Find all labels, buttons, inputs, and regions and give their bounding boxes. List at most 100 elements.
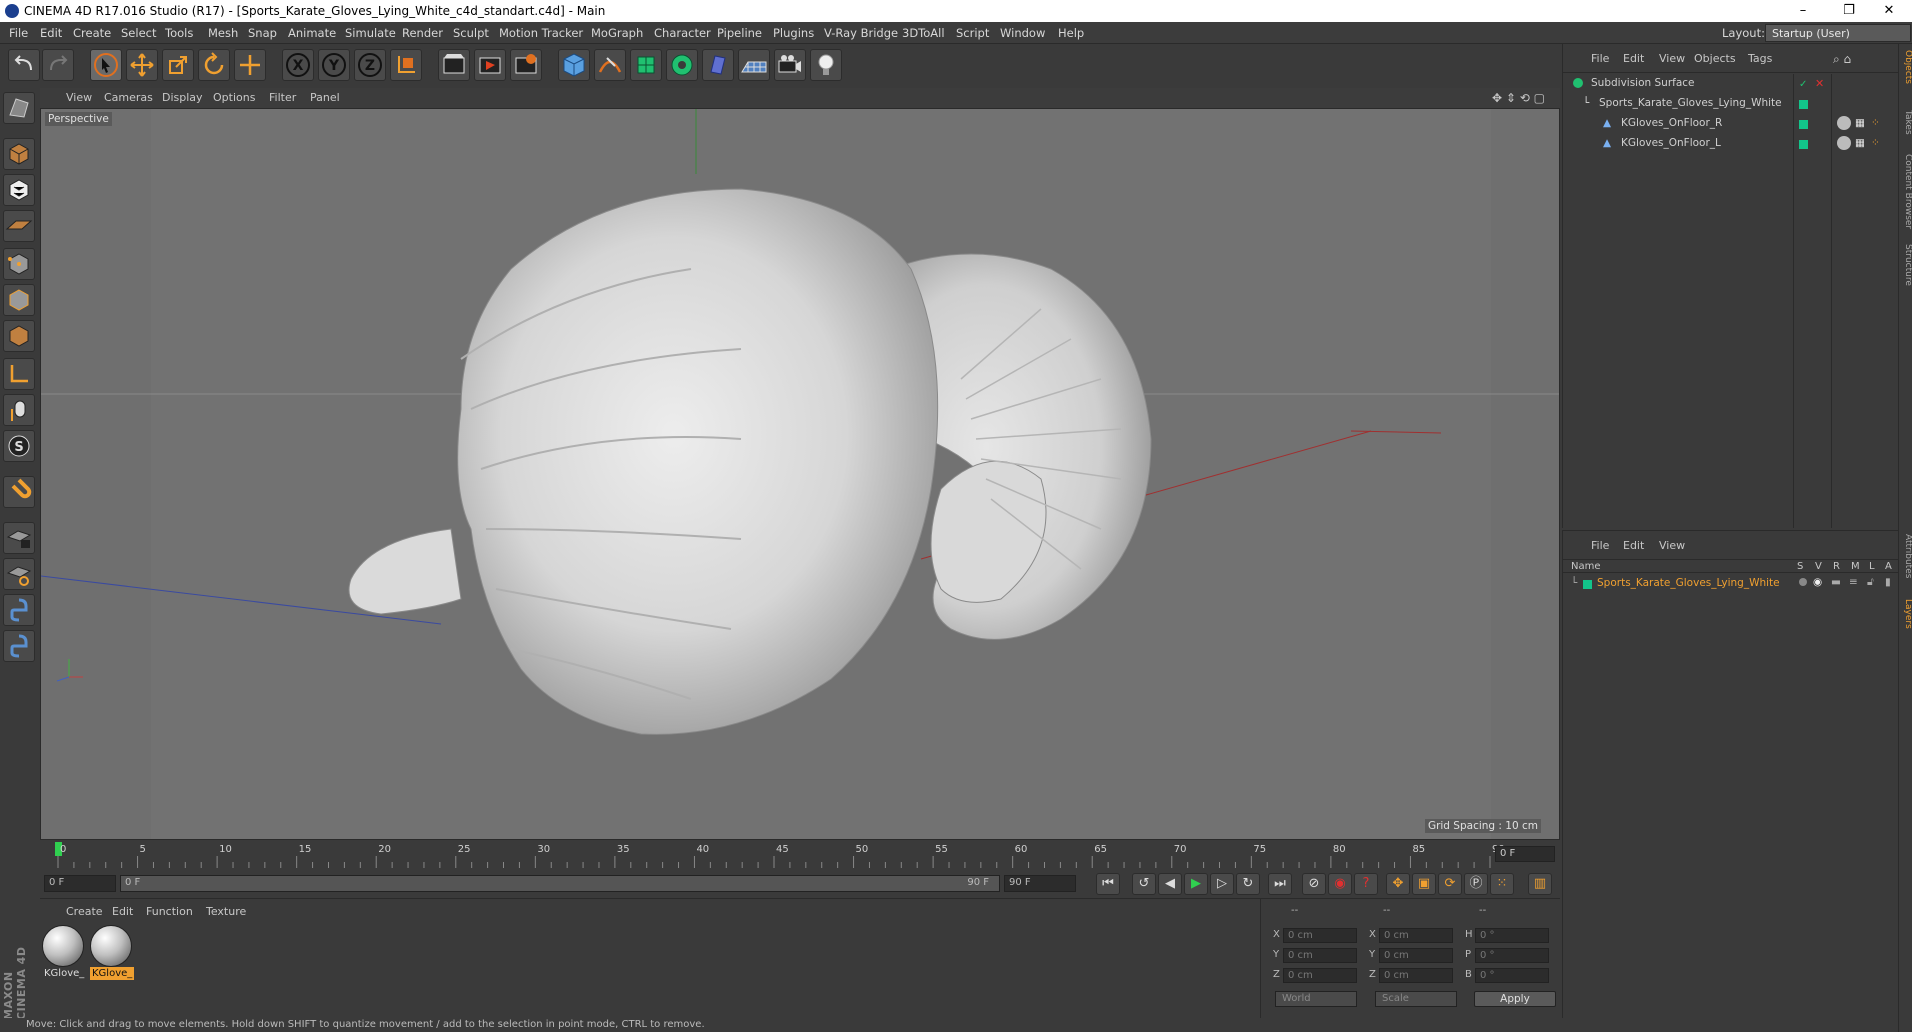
render-view-icon[interactable] [438, 49, 470, 81]
play-icon[interactable]: ▶ [1184, 873, 1208, 895]
current-frame-field[interactable]: 0 F [1495, 846, 1555, 862]
material-menu-create[interactable]: Create [66, 905, 103, 918]
menu-character[interactable]: Character [654, 26, 711, 40]
material-menu-texture[interactable]: Texture [206, 905, 246, 918]
layer-menu-edit[interactable]: Edit [1623, 539, 1644, 552]
texture-tag-icon[interactable]: ▦ [1855, 137, 1865, 149]
phong-tag-icon[interactable]: ⁘ [1871, 137, 1880, 149]
viewport-menu-options[interactable]: Options [213, 91, 255, 104]
object-row-null[interactable]: └ Sports_Karate_Gloves_Lying_White [1563, 96, 1898, 112]
planar-workplane-icon[interactable] [3, 558, 35, 590]
minimize-button[interactable]: – [1780, 0, 1826, 22]
z-axis-lock-icon[interactable]: Z [354, 49, 386, 81]
phong-tag-icon[interactable]: ⁘ [1871, 117, 1880, 129]
rotate-tool-icon[interactable] [198, 49, 230, 81]
menu-vray-bridge[interactable]: V-Ray Bridge [824, 26, 898, 40]
close-button[interactable]: ✕ [1866, 0, 1912, 22]
tweak-mode-icon[interactable] [3, 394, 35, 426]
menu-3dtoall[interactable]: 3DToAll [902, 26, 945, 40]
layer-color-swatch[interactable] [1799, 120, 1808, 129]
menu-mograph[interactable]: MoGraph [591, 26, 643, 40]
size-x-field[interactable]: 0 cm [1379, 928, 1453, 943]
texture-mode-icon[interactable] [3, 174, 35, 206]
array-generator-icon[interactable] [666, 49, 698, 81]
rotation-b-field[interactable]: 0 ° [1475, 968, 1549, 983]
end-frame-field[interactable]: 90 F [1004, 875, 1076, 892]
material-swatch[interactable]: KGlove_ [42, 925, 86, 983]
menu-plugins[interactable]: Plugins [773, 26, 814, 40]
solo-toggle-icon[interactable] [1799, 578, 1807, 586]
edges-mode-icon[interactable] [3, 284, 35, 316]
timeline-window-icon[interactable]: ▥ [1528, 873, 1552, 895]
object-menu-view[interactable]: View [1659, 52, 1685, 65]
object-row-glove-r[interactable]: ▲ KGloves_OnFloor_R ▦ ⁘ [1563, 116, 1898, 132]
redo-button[interactable] [42, 49, 74, 81]
menu-simulate[interactable]: Simulate [345, 26, 396, 40]
key-parameter-icon[interactable]: Ⓟ [1464, 873, 1488, 895]
start-frame-field[interactable]: 0 F [44, 875, 116, 892]
material-tag-icon[interactable] [1837, 116, 1851, 130]
go-to-start-icon[interactable]: ⏮ [1096, 873, 1120, 895]
side-tab-content-browser[interactable]: Content Browser [1899, 154, 1912, 229]
menu-mesh[interactable]: Mesh [208, 26, 238, 40]
go-to-end-icon[interactable]: ⏭ [1268, 873, 1292, 895]
rotation-h-field[interactable]: 0 ° [1475, 928, 1549, 943]
menu-select[interactable]: Select [121, 26, 156, 40]
cube-primitive-icon[interactable] [558, 49, 590, 81]
make-editable-icon[interactable] [3, 92, 35, 124]
viewport-navigation-icons[interactable]: ✥ ⇕ ⟲ ▢ [1492, 91, 1545, 105]
position-x-field[interactable]: 0 cm [1283, 928, 1357, 943]
menu-tools[interactable]: Tools [165, 26, 193, 40]
menu-sculpt[interactable]: Sculpt [453, 26, 489, 40]
position-y-field[interactable]: 0 cm [1283, 948, 1357, 963]
undo-button[interactable] [8, 49, 40, 81]
layer-menu-view[interactable]: View [1659, 539, 1685, 552]
python-script-2-icon[interactable] [3, 630, 35, 662]
autokey-icon[interactable]: ? [1354, 873, 1378, 895]
menu-edit[interactable]: Edit [40, 26, 62, 40]
object-menu-file[interactable]: File [1591, 52, 1609, 65]
pen-spline-icon[interactable] [594, 49, 626, 81]
locked-workplane-icon[interactable] [3, 522, 35, 554]
menu-snap[interactable]: Snap [248, 26, 277, 40]
floor-icon[interactable] [738, 49, 770, 81]
key-position-icon[interactable]: ✥ [1386, 873, 1410, 895]
viewport-menu-cameras[interactable]: Cameras [104, 91, 153, 104]
record-icon[interactable]: ◉ [1328, 873, 1352, 895]
side-tab-layers[interactable]: Layers [1899, 599, 1912, 629]
layout-select[interactable]: Startup (User) [1765, 24, 1911, 42]
position-z-field[interactable]: 0 cm [1283, 968, 1357, 983]
rotation-p-field[interactable]: 0 ° [1475, 948, 1549, 963]
camera-icon[interactable] [774, 49, 806, 81]
object-row-subdivision-surface[interactable]: Subdivision Surface ✓ ✕ [1563, 76, 1898, 92]
keyframe-selection-icon[interactable]: ⊘ [1302, 873, 1326, 895]
animation-toggle-icon[interactable]: ▮ [1885, 576, 1891, 588]
lock-toggle-icon[interactable]: 🔓︎ [1867, 576, 1874, 589]
render-to-picture-viewer-icon[interactable] [474, 49, 506, 81]
render-settings-icon[interactable] [510, 49, 542, 81]
layer-color-swatch[interactable] [1583, 580, 1592, 589]
previous-frame-icon[interactable]: ◀ [1158, 873, 1182, 895]
previous-key-icon[interactable]: ↺ [1132, 873, 1156, 895]
menu-create[interactable]: Create [73, 26, 111, 40]
viewport-menu-filter[interactable]: Filter [269, 91, 296, 104]
disabled-cross-icon[interactable]: ✕ [1815, 77, 1824, 90]
subdivision-surface-icon[interactable] [630, 49, 662, 81]
object-manager-search-icon[interactable]: ⌕ ⌂ [1833, 52, 1851, 67]
key-scale-icon[interactable]: ▣ [1412, 873, 1436, 895]
menu-render[interactable]: Render [402, 26, 443, 40]
object-menu-tags[interactable]: Tags [1748, 52, 1772, 65]
view-toggle-icon[interactable]: ◉ [1813, 576, 1822, 588]
layer-color-swatch[interactable] [1799, 140, 1808, 149]
material-tag-icon[interactable] [1837, 136, 1851, 150]
menu-window[interactable]: Window [1000, 26, 1045, 40]
side-tab-structure[interactable]: Structure [1899, 244, 1912, 286]
polygons-mode-icon[interactable] [3, 320, 35, 352]
points-mode-icon[interactable] [3, 248, 35, 280]
object-row-glove-l[interactable]: ▲ KGloves_OnFloor_L ▦ ⁘ [1563, 136, 1898, 152]
object-menu-objects[interactable]: Objects [1694, 52, 1736, 65]
workplane-mode-icon[interactable] [3, 210, 35, 242]
axis-mode-icon[interactable] [3, 358, 35, 390]
material-swatch-selected[interactable]: KGlove_ [90, 925, 134, 983]
apply-button[interactable]: Apply [1474, 991, 1556, 1007]
